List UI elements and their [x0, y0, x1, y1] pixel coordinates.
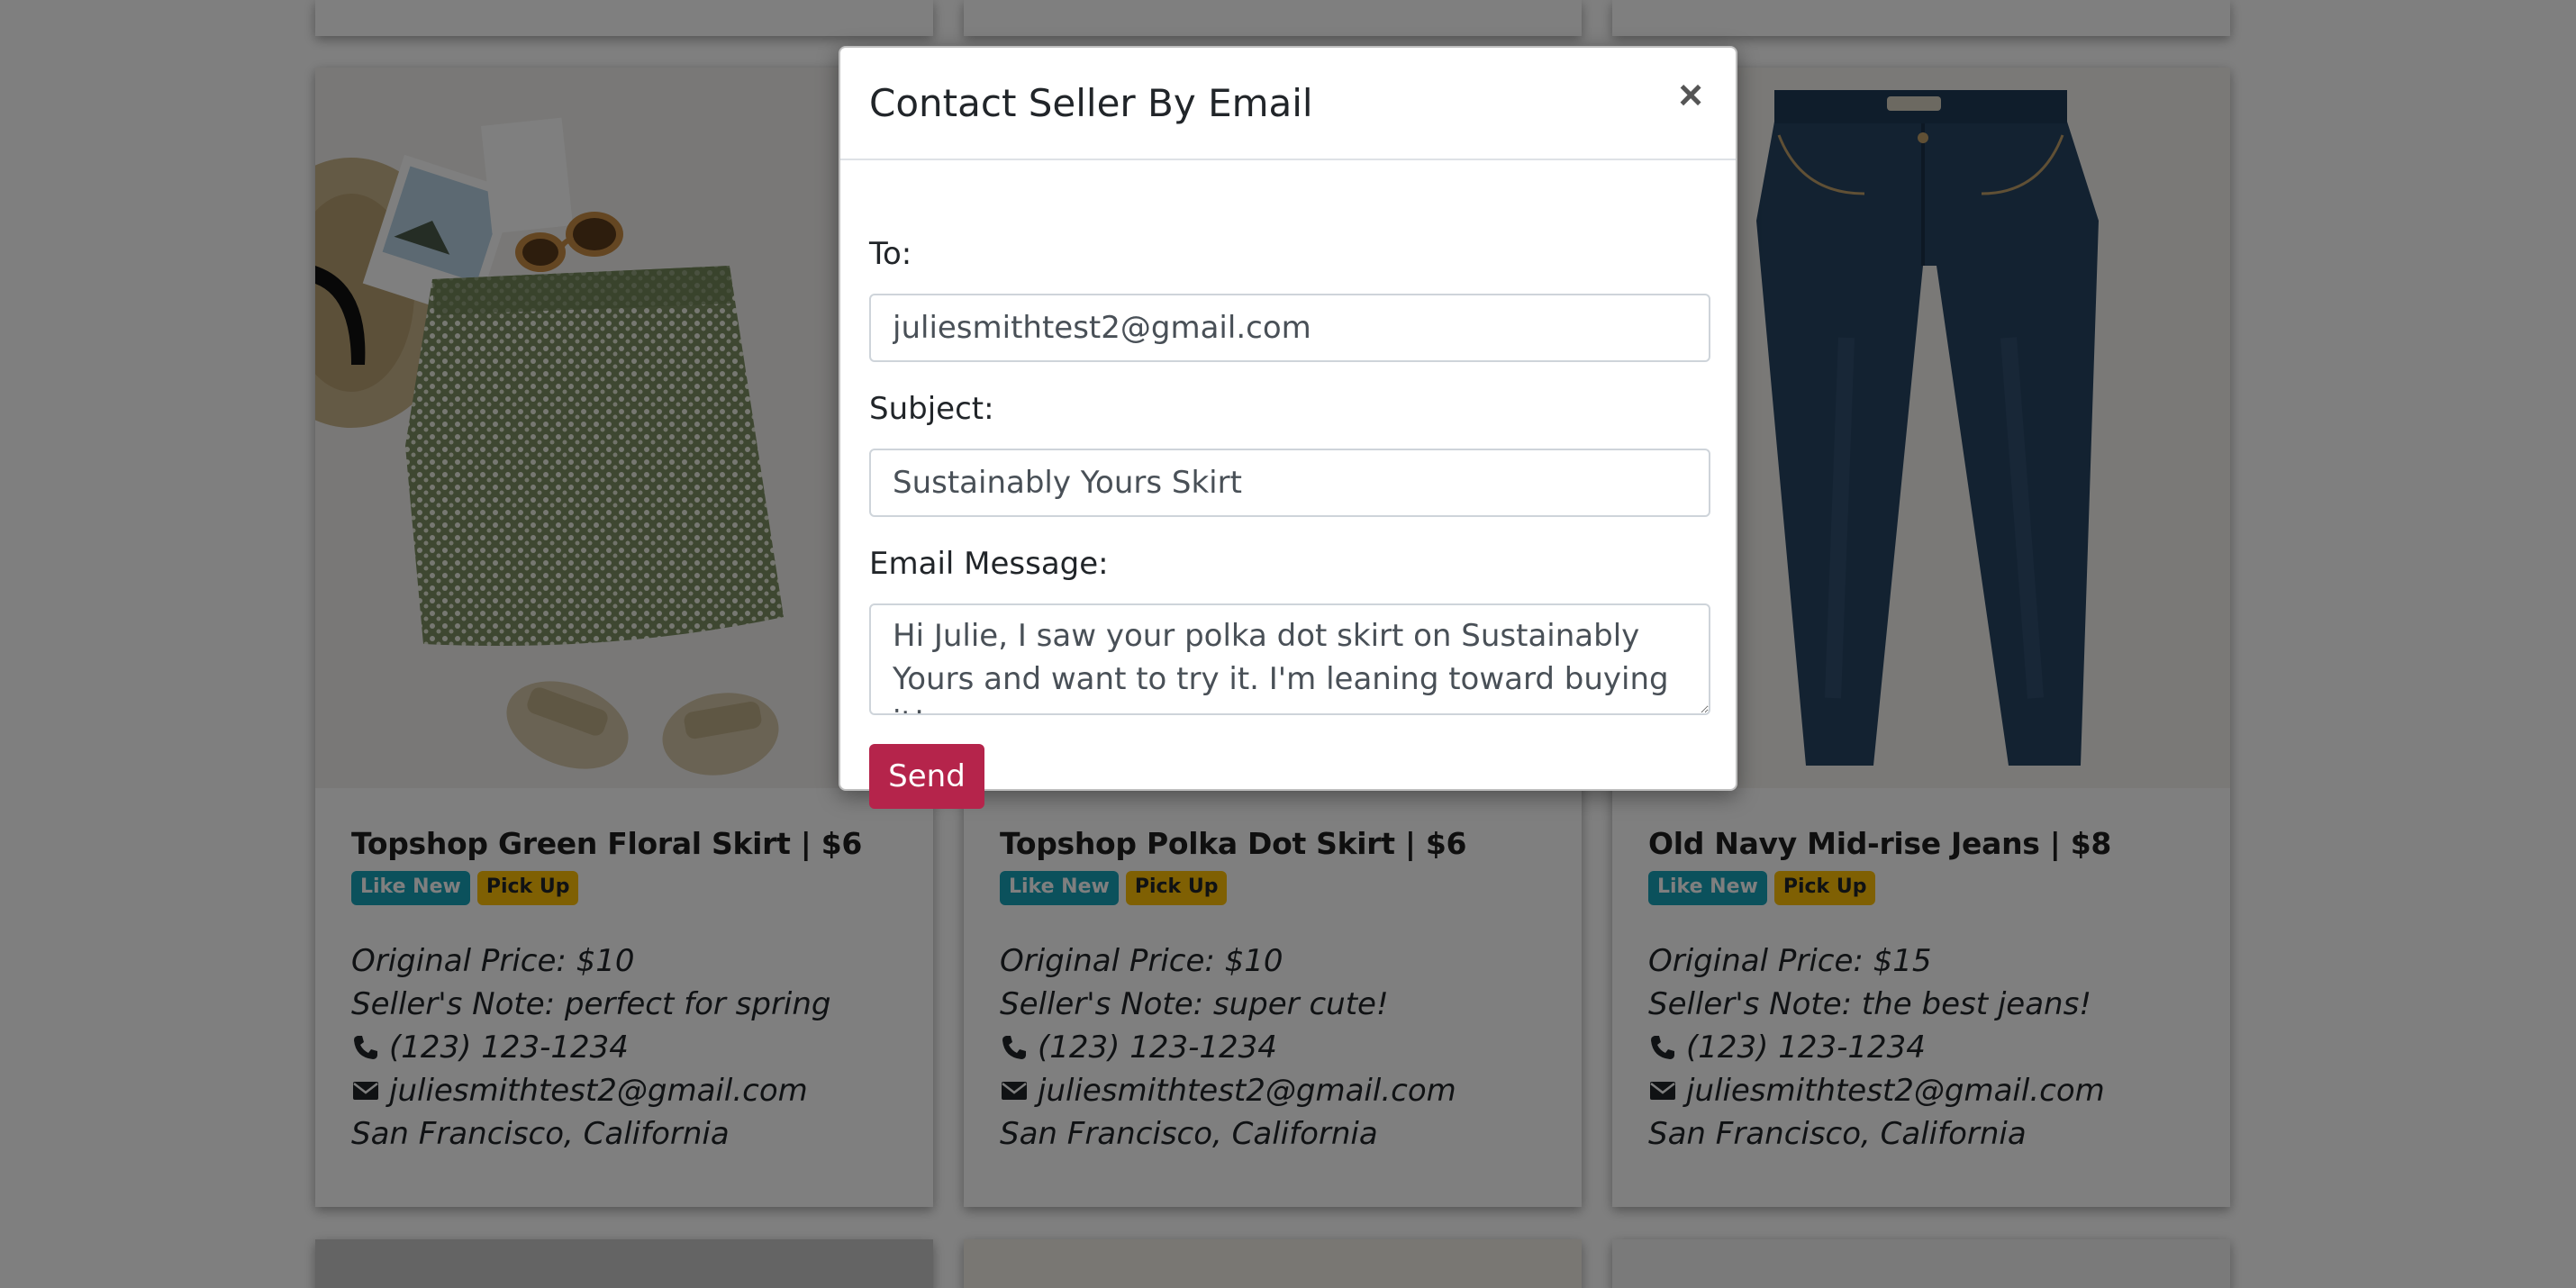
contact-seller-modal: Contact Seller By Email × To: Subject: E…: [839, 46, 1737, 809]
to-input[interactable]: [869, 294, 1710, 362]
subject-input[interactable]: [869, 449, 1710, 517]
to-label: To:: [869, 236, 912, 272]
modal-title: Contact Seller By Email: [869, 81, 1313, 125]
close-icon[interactable]: ×: [1671, 74, 1710, 115]
subject-label: Subject:: [869, 391, 994, 427]
send-button[interactable]: Send: [869, 744, 984, 809]
message-label: Email Message:: [869, 546, 1109, 582]
message-textarea[interactable]: Hi Julie, I saw your polka dot skirt on …: [869, 603, 1710, 715]
modal-header: Contact Seller By Email ×: [840, 48, 1736, 160]
